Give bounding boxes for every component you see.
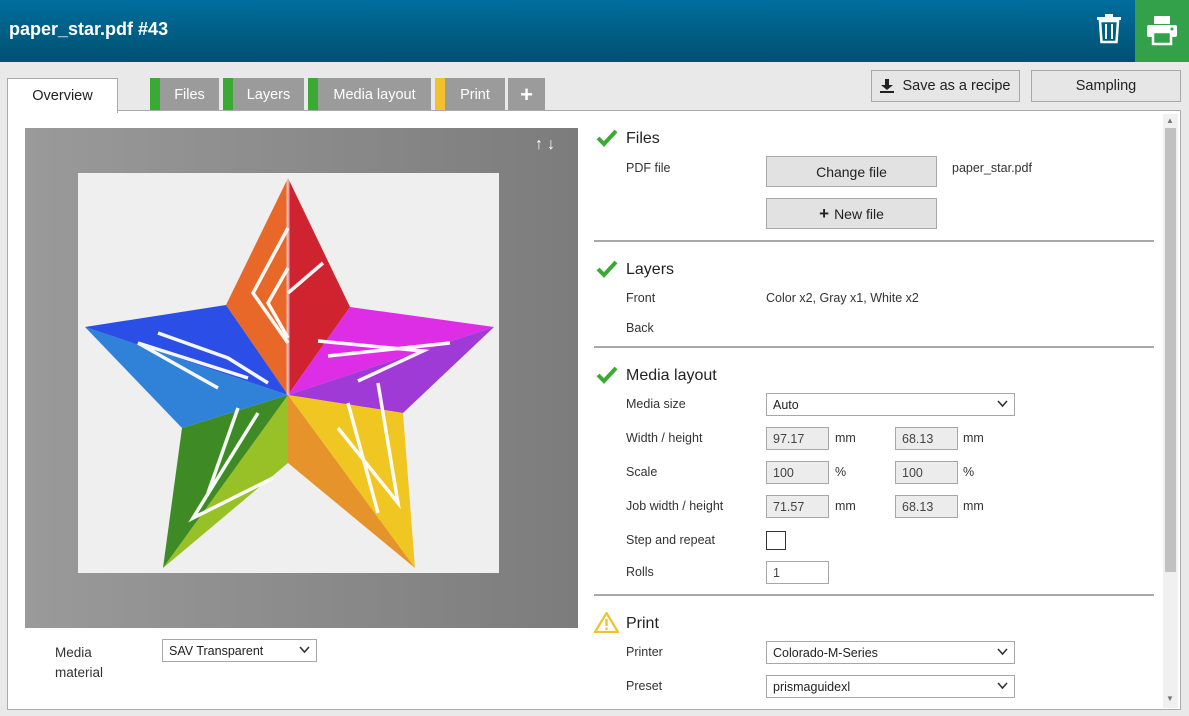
job-width-input[interactable]: 71.57 xyxy=(766,495,829,518)
print-title: Print xyxy=(626,615,659,632)
step-repeat-checkbox[interactable] xyxy=(766,531,786,550)
scale-x-input[interactable]: 100 xyxy=(766,461,829,484)
trash-icon[interactable] xyxy=(1094,12,1124,48)
pdf-file-name: paper_star.pdf xyxy=(952,161,1032,175)
media-material-label: Media material xyxy=(55,645,104,680)
back-label: Back xyxy=(626,321,654,335)
rolls-input[interactable]: 1 xyxy=(766,561,829,584)
preview-area xyxy=(25,128,578,628)
chevron-down-icon xyxy=(299,646,310,654)
pdf-file-label: PDF file xyxy=(626,161,671,175)
reorder-arrows-icon[interactable]: ↑↓ xyxy=(535,136,559,154)
chevron-down-icon xyxy=(997,648,1008,656)
sampling-button[interactable]: Sampling xyxy=(1031,70,1181,102)
rolls-label: Rolls xyxy=(626,565,654,579)
plus-icon: + xyxy=(520,81,533,107)
chevron-down-icon xyxy=(997,400,1008,408)
vertical-scrollbar[interactable]: ▲ ▼ xyxy=(1163,114,1178,708)
divider xyxy=(594,346,1154,348)
width-input[interactable]: 97.17 xyxy=(766,427,829,450)
tab-print[interactable]: Print xyxy=(435,78,505,111)
media-size-select[interactable]: Auto xyxy=(766,393,1015,416)
width-height-label: Width / height xyxy=(626,431,703,445)
warning-icon xyxy=(594,612,619,633)
files-title: Files xyxy=(626,130,660,147)
print-button[interactable] xyxy=(1135,0,1189,62)
unit-mm: mm xyxy=(963,499,984,513)
scroll-up-icon[interactable]: ▲ xyxy=(1166,116,1174,125)
tab-overview[interactable]: Overview xyxy=(7,78,118,113)
preset-select[interactable]: prismaguidexl xyxy=(766,675,1015,698)
add-tab-button[interactable]: + xyxy=(508,78,545,111)
preview-image xyxy=(78,173,499,573)
preset-label: Preset xyxy=(626,679,663,693)
check-icon xyxy=(596,260,618,278)
step-repeat-label: Step and repeat xyxy=(626,533,715,547)
plus-icon: + xyxy=(819,203,830,223)
front-label: Front xyxy=(626,291,656,305)
printer-select[interactable]: Colorado-M-Series xyxy=(766,641,1015,664)
check-icon xyxy=(596,129,618,147)
unit-percent: % xyxy=(835,465,847,479)
scroll-down-icon[interactable]: ▼ xyxy=(1166,694,1174,703)
front-value: Color x2, Gray x1, White x2 xyxy=(766,291,919,305)
unit-percent: % xyxy=(963,465,975,479)
printer-label: Printer xyxy=(626,645,663,659)
check-icon xyxy=(596,366,618,384)
save-recipe-button[interactable]: Save as a recipe xyxy=(871,70,1020,102)
tab-files[interactable]: Files xyxy=(150,78,219,111)
scrollbar-thumb[interactable] xyxy=(1165,128,1176,572)
download-icon xyxy=(880,79,895,93)
page-title: paper_star.pdf #43 xyxy=(9,19,169,39)
media-layout-title: Media layout xyxy=(626,367,717,384)
unit-mm: mm xyxy=(835,499,856,513)
chevron-down-icon xyxy=(997,682,1008,690)
tab-media-layout[interactable]: Media layout xyxy=(308,78,431,111)
new-file-button[interactable]: + New file xyxy=(766,198,937,229)
scale-y-input[interactable]: 100 xyxy=(895,461,958,484)
media-size-label: Media size xyxy=(626,397,686,411)
app-header: paper_star.pdf #43 xyxy=(0,0,1189,62)
printer-icon xyxy=(1147,16,1177,46)
job-height-input[interactable]: 68.13 xyxy=(895,495,958,518)
job-width-height-label: Job width / height xyxy=(626,499,724,513)
change-file-button[interactable]: Change file xyxy=(766,156,937,187)
scale-label: Scale xyxy=(626,465,658,479)
layers-title: Layers xyxy=(626,261,675,278)
media-material-select[interactable]: SAV Transparent xyxy=(162,639,317,662)
divider xyxy=(594,594,1154,596)
divider xyxy=(594,240,1154,242)
unit-mm: mm xyxy=(963,431,984,445)
height-input[interactable]: 68.13 xyxy=(895,427,958,450)
unit-mm: mm xyxy=(835,431,856,445)
tab-layers[interactable]: Layers xyxy=(223,78,304,111)
